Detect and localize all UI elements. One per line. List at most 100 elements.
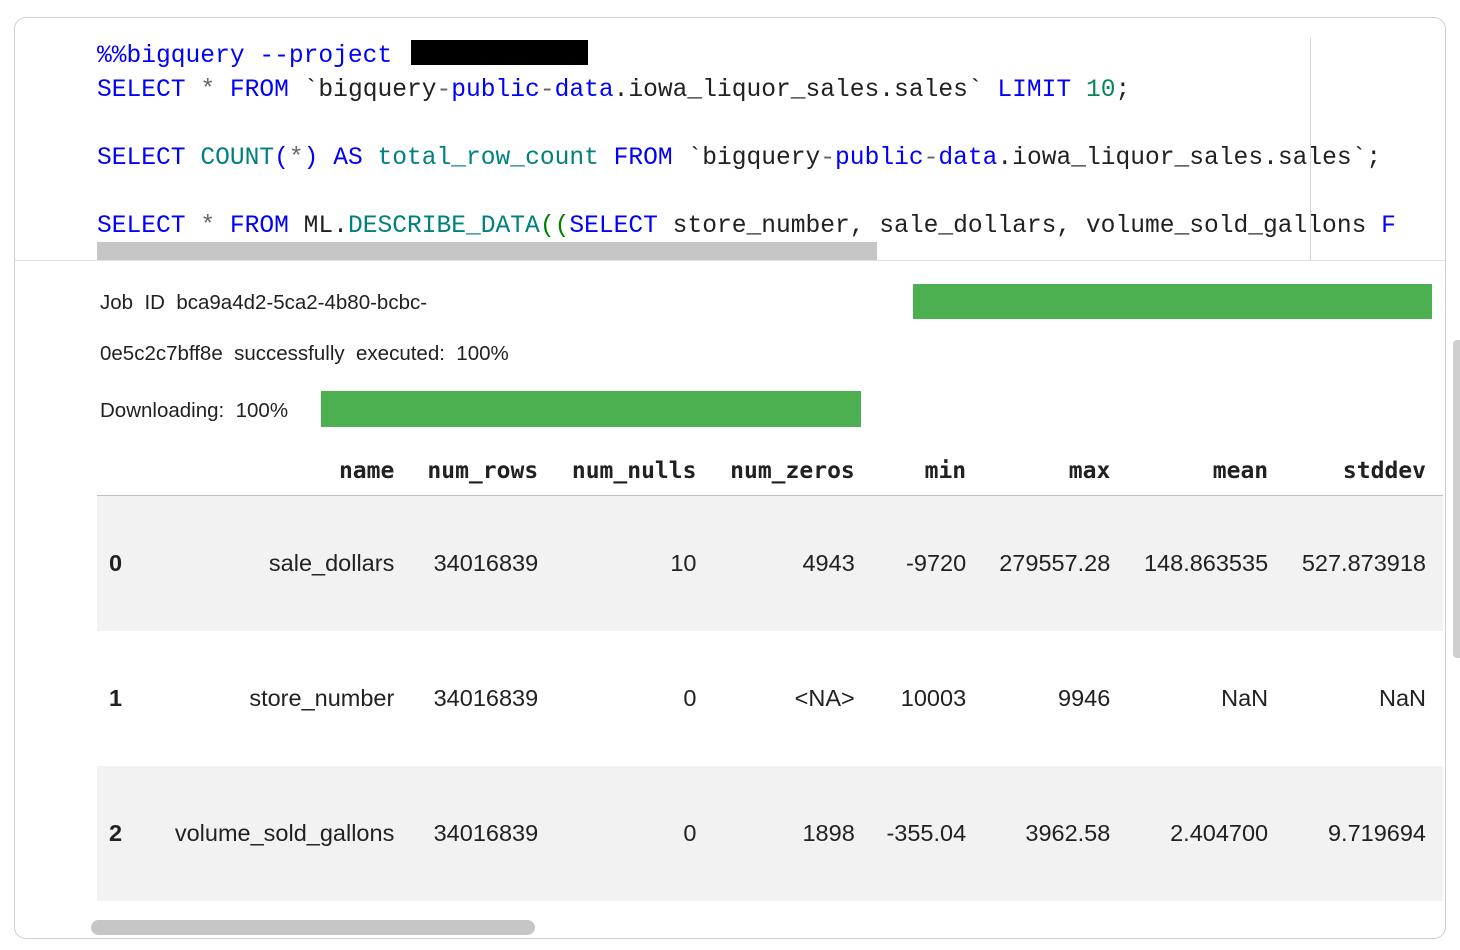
table-cell: 2.404700 [1127,766,1286,901]
code-editor[interactable]: %%bigquery --project SELECT * FROM `bigq… [15,18,1445,260]
output-vertical-scrollbar[interactable] [1453,340,1460,658]
code-token: FROM [613,145,673,172]
code-token: AS [333,145,363,172]
line-length-ruler [1310,38,1311,260]
table-cell: 10 [555,495,714,631]
code-token: SELECT [97,213,186,240]
code-token: F [1381,213,1396,240]
table-cell: -355.04 [871,766,984,901]
row-index: 0 [97,495,154,631]
table-cell: NaN [1378,685,1426,711]
editor-output-divider [15,260,1445,261]
code-token: FROM [229,77,289,104]
table-cell: 34016839 [411,495,556,631]
table-cell: 0 [555,766,714,901]
code-token: DESCRIBE_DATA [347,213,540,240]
code-token: data [554,77,614,104]
code-token: public [835,145,924,172]
table-row: 2 volume_sold_gallons 34016839 0 1898 -3… [97,766,1443,901]
code-line: SELECT COUNT(*) AS total_row_count FROM … [97,142,1396,176]
row-index: 1 [109,685,123,711]
table-cell: 279557.28 [983,495,1128,631]
download-progress-bar [321,391,861,427]
table-cell: store_number [249,685,395,711]
code-token: %%bigquery --project [97,43,407,70]
redacted-project-id [410,40,588,65]
code-token: total_row_count [377,145,599,172]
table-cell: 0 [683,685,697,711]
column-header: name [154,446,412,496]
code-token: 10 [1085,77,1116,104]
code-token: * [200,77,216,104]
code-token: FROM [229,213,289,240]
code-token: - [539,77,555,104]
table-header-row: name num_rows num_nulls num_zeros min ma… [97,446,1443,496]
column-header: min [871,446,984,496]
table-cell: 9.719694 [1285,766,1443,901]
code-token: .iowa_liquor_sales.sales` [613,77,998,104]
table-cell: volume_sold_gallons [154,766,412,901]
job-status-line: Job ID bca9a4d2-5ca2-4b80-bcbc- [100,291,428,314]
column-header: num_zeros [713,446,872,496]
code-token: ML. [288,213,348,240]
code-token: SELECT [569,213,658,240]
code-token: SELECT [97,77,186,104]
table-cell: <NA> [794,685,855,711]
code-token: SELECT [97,145,186,172]
code-token: .iowa_liquor_sales.sales`; [997,145,1382,172]
table-cell: -9720 [871,495,984,631]
column-header: num_nulls [555,446,714,496]
table-cell: 34016839 [411,766,556,901]
describe-data-table: name num_rows num_nulls num_zeros min ma… [97,446,1443,901]
download-status: Downloading: 100% [100,399,289,422]
notebook-cell[interactable]: %%bigquery --project SELECT * FROM `bigq… [14,17,1446,939]
column-header: stddev [1285,446,1443,496]
code-token: * [288,145,304,172]
table-cell: sale_dollars [154,495,412,631]
code-token: ; [1115,77,1131,104]
code-token: `bigquery [672,145,821,172]
column-header: num_rows [411,446,556,496]
sql-code[interactable]: %%bigquery --project SELECT * FROM `bigq… [97,40,1396,244]
table-cell: 9946 [1058,685,1111,711]
code-token: COUNT [200,145,275,172]
table-cell: 10003 [900,685,967,711]
code-token: - [923,145,939,172]
table-row: 0 sale_dollars 34016839 10 4943 -9720 27… [97,495,1443,631]
code-line: %%bigquery --project [97,40,1396,74]
table-cell: 34016839 [433,685,539,711]
table-cell: 1898 [713,766,872,901]
code-line: SELECT * FROM `bigquery-public-data.iowa… [97,74,1396,108]
job-status-line-2: 0e5c2c7bff8e successfully executed: 100% [100,342,509,365]
code-token: data [938,145,998,172]
editor-horizontal-scrollbar[interactable] [97,242,877,260]
code-token: public [451,77,540,104]
table-cell: 4943 [713,495,872,631]
job-progress-bar [913,284,1432,319]
table-row: 1 store_number 34016839 0 <NA> 10003 994… [97,631,1443,766]
column-header: max [983,446,1128,496]
code-token: - [820,145,836,172]
code-token: ( [274,145,289,172]
column-header: mean [1127,446,1286,496]
code-token: * [200,213,216,240]
output-horizontal-scrollbar[interactable] [91,920,535,935]
table-cell: 3962.58 [983,766,1128,901]
code-token: LIMIT [997,77,1072,104]
code-line: SELECT * FROM ML.DESCRIBE_DATA((SELECT s… [97,210,1396,244]
row-index: 2 [97,766,154,901]
code-token: ) [303,145,319,172]
code-token: `bigquery [288,77,437,104]
table-cell: 527.873918 [1285,495,1443,631]
table-cell: NaN [1221,685,1269,711]
table-cell: 148.863535 [1127,495,1286,631]
